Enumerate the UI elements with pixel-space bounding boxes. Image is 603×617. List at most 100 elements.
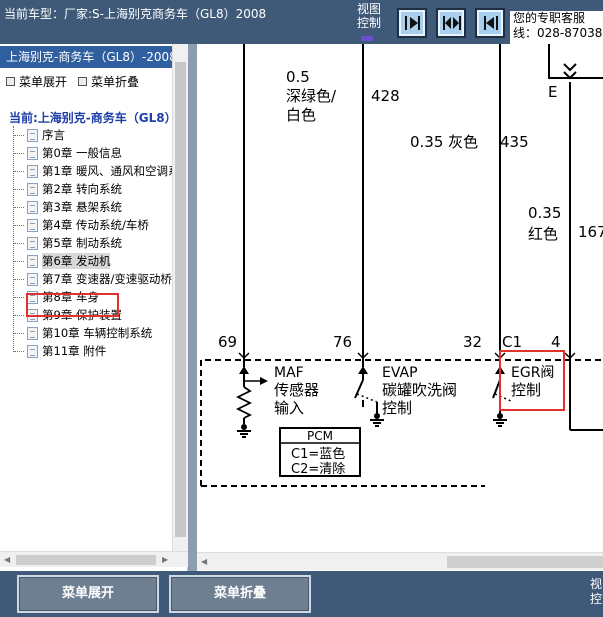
document-icon [27,164,38,178]
pcm-legend-c1: C1=蓝色 [291,446,345,462]
collapse-icon [78,76,87,86]
pcm-title: PCM [307,429,333,443]
top-bar: 当前车型：厂家:S-上海别克商务车（GL8）2008 视图 控制 您的专职客服 … [0,0,603,44]
ground-label: E [548,83,557,101]
expand-icon [6,76,15,86]
tree-item-label: 第0章 一般信息 [42,146,122,160]
selection-highlight [26,293,119,317]
document-icon [27,128,38,142]
tree-item-label: 第7章 变速器/变速驱动桥 [42,272,172,286]
tree-vertical-scrollbar[interactable] [172,44,188,551]
bottom-bar: 菜单展开 菜单折叠 视 控 [0,571,603,617]
document-icon [27,236,38,250]
scroll-left-icon[interactable]: ◀ [201,557,207,566]
panel-title: 上海别克-商务车（GL8）-2008-维修 [0,46,188,68]
tree-connector [14,296,24,298]
tree-item[interactable]: 第11章 附件 [14,342,188,360]
tree-connector [14,206,24,208]
navigation-panel: 上海别克-商务车（GL8）-2008-维修 菜单展开 菜单折叠 当前:上海别克-… [0,44,188,571]
tree-connector [14,332,24,334]
tree-connector [14,314,24,316]
document-icon [27,326,38,340]
maf-label-2: 传感器 [274,381,319,399]
wiring-diagram: E 0.5 深绿色/ 白色 428 0.35 灰色 435 0.35 红色 16… [200,44,603,487]
bottom-view-control-label: 视 控 [590,577,603,606]
wire3-size: 0.35 [528,204,561,222]
evap-label: EVAP [382,365,418,381]
tree-root[interactable]: 当前:上海别克-商务车（GL8）-2 [6,108,188,126]
tree-item-label: 第2章 转向系统 [42,182,122,196]
tree-item-label: 第11章 附件 [42,344,107,358]
wiring-diagram-view: E 0.5 深绿色/ 白色 428 0.35 灰色 435 0.35 红色 16… [197,44,603,571]
tree-item-label: 第1章 暖风、通风和空调系 [42,164,180,178]
document-icon [27,254,38,268]
tree-item[interactable]: 第5章 制动系统 [14,234,188,252]
vehicle-title: 当前车型：厂家:S-上海别克商务车（GL8）2008 [4,7,267,21]
diagram-horizontal-scrollbar[interactable]: ◀ [197,552,603,570]
menu-expand-button[interactable]: 菜单展开 [17,575,159,613]
tree-item-label: 第5章 制动系统 [42,236,122,250]
pin-4: 4 [551,333,561,351]
pcm-legend-c2: C2=清除 [291,462,345,477]
arrow-right-bar-icon [405,16,420,30]
tree-item[interactable]: 第10章 车辆控制系统 [14,324,188,342]
menu-collapse-link[interactable]: 菜单折叠 [78,73,139,89]
previous-page-button[interactable] [475,8,505,38]
egr-highlight [499,350,565,411]
tree-connector [14,242,24,244]
scrollbar-thumb[interactable] [175,62,186,537]
tree-item[interactable]: 第0章 一般信息 [14,144,188,162]
maf-label: MAF [274,365,304,381]
scroll-right-icon[interactable]: ▶ [162,555,168,564]
tree-connector [14,350,24,352]
scrollbar-thumb[interactable] [16,555,156,565]
document-icon [27,218,38,232]
support-hotline: 您的专职客服 线：028-870382 [510,11,603,44]
maf-label-3: 输入 [274,399,304,417]
fit-width-button[interactable] [436,8,466,38]
pin-69: 69 [218,333,237,351]
wire1-size: 0.5 [286,68,310,86]
tree-item[interactable]: 第6章 发动机 [14,252,188,270]
evap-label-3: 控制 [382,399,412,417]
tree-item[interactable]: 第4章 传动系统/车桥 [14,216,188,234]
tree-item[interactable]: 第7章 变速器/变速驱动桥 [14,270,188,288]
tree-item[interactable]: 第1章 暖风、通风和空调系 [14,162,188,180]
tree-connector [14,224,24,226]
wire1-color-2: 白色 [286,106,316,124]
tree-connector [14,278,24,280]
tree-item[interactable]: 序言 [14,126,188,144]
tree-horizontal-scrollbar[interactable]: ◀ ▶ [0,551,188,567]
document-icon [27,182,38,196]
scrollbar-thumb[interactable] [447,556,603,568]
tree-connector [14,134,24,136]
pin-32: 32 [463,333,482,351]
tree-item-label: 第10章 车辆控制系统 [42,326,153,340]
tree-connector [14,170,24,172]
menu-expand-link[interactable]: 菜单展开 [6,73,67,89]
menu-collapse-button[interactable]: 菜单折叠 [169,575,311,613]
tree-connector [14,188,24,190]
tree-item-label: 第6章 发动机 [42,253,111,269]
pin-76: 76 [333,333,352,351]
next-page-button[interactable] [397,8,427,38]
view-indicator [361,36,373,41]
tree-connector [14,152,24,154]
panel-splitter[interactable] [188,44,197,571]
tree-item-label: 序言 [42,128,65,142]
wire3-color: 红色 [528,225,558,243]
wire1-circuit: 428 [371,87,400,105]
wire2-circuit: 435 [500,133,529,151]
tree-item-label: 第3章 悬架系统 [42,200,122,214]
tree-connector [14,260,24,262]
wire3-circuit: 167 [578,223,603,241]
wire1-color: 深绿色/ [286,87,337,105]
tree-item[interactable]: 第3章 悬架系统 [14,198,188,216]
document-icon [27,272,38,286]
document-icon [27,200,38,214]
resistor-symbol [235,386,253,419]
view-control-label: 视图 控制 [357,2,382,30]
wire2-label: 0.35 灰色 [410,133,478,151]
tree-item[interactable]: 第2章 转向系统 [14,180,188,198]
scroll-left-icon[interactable]: ◀ [4,555,10,564]
